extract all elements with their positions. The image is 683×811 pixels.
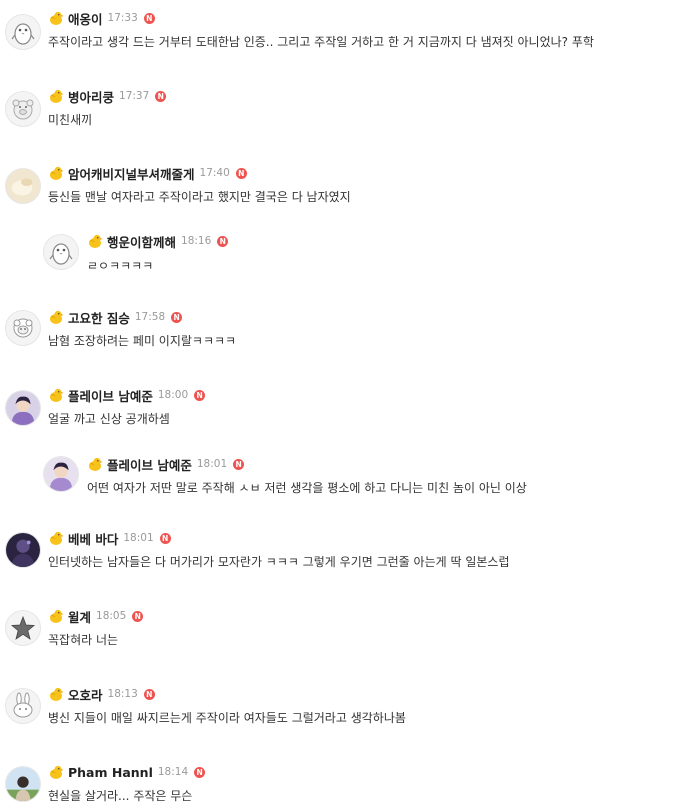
nickname[interactable]: 병아리쿵 — [68, 87, 114, 106]
comment-list: 애옹이 17:33 N 주작이라고 생각 드는 거부터 도태한남 인증.. 그리… — [0, 0, 683, 811]
new-badge: N — [132, 610, 144, 622]
user-avatar[interactable] — [5, 168, 41, 204]
new-badge: N — [194, 766, 206, 778]
new-badge: N — [194, 389, 206, 401]
nickname[interactable]: 고요한 짐승 — [68, 308, 130, 327]
comment-text: 현실을 살거라... 주작은 무슨 — [48, 789, 193, 803]
photo-avatar-icon — [44, 457, 78, 491]
rabbit-icon — [13, 692, 33, 718]
star-icon — [10, 615, 36, 640]
user-avatar[interactable] — [5, 91, 41, 127]
penguin-icon — [49, 243, 73, 265]
nickname[interactable]: 플레이브 남예준 — [107, 455, 192, 474]
timestamp: 17:58 — [134, 311, 166, 323]
new-badge: N — [171, 311, 183, 323]
chick-badge-icon — [48, 165, 64, 181]
comment-text: ㄹㅇㅋㅋㅋㅋ — [87, 259, 154, 273]
user-avatar[interactable] — [5, 390, 41, 426]
comment-text: 등신들 맨날 여자라고 주작이라고 했지만 결국은 다 남자였지 — [48, 190, 351, 204]
comment-text: 남혐 조장하려는 페미 이지랄ㅋㅋㅋㅋ — [48, 334, 237, 348]
user-avatar[interactable] — [5, 610, 41, 646]
new-badge: N — [143, 688, 155, 700]
nickname[interactable]: 오호라 — [68, 685, 103, 704]
new-badge: N — [233, 458, 245, 470]
user-avatar[interactable] — [5, 766, 41, 802]
nickname[interactable]: 애옹이 — [68, 9, 103, 28]
chick-badge-icon — [48, 88, 64, 104]
comment-text: 병신 지들이 매일 싸지르는게 주작이라 여자들도 그럴거라고 생각하나봄 — [48, 711, 406, 725]
new-badge: N — [217, 235, 229, 247]
timestamp: 17:37 — [119, 90, 150, 102]
photo-avatar-icon — [6, 533, 40, 567]
nickname[interactable]: 베베 바다 — [68, 529, 118, 548]
timestamp: 18:13 — [107, 688, 138, 700]
timestamp: 18:00 — [157, 389, 189, 401]
comment-text: 꼭잡혀라 너는 — [48, 633, 119, 647]
new-badge: N — [155, 90, 167, 102]
chick-badge-icon — [48, 764, 64, 780]
comment-text: 인터넷하는 남자들은 다 머가리가 모자란가 ㅋㅋㅋ 그렇게 우기면 그런줄 아… — [48, 555, 510, 569]
timestamp: 18:16 — [181, 235, 212, 247]
nickname[interactable]: 윌계 — [68, 607, 91, 626]
photo-avatar-icon — [6, 767, 40, 801]
nickname[interactable]: 암어캐비지널부셔깨줄게 — [68, 164, 195, 183]
comment-text: 주작이라고 생각 드는 거부터 도태한남 인증.. 그리고 주작일 거하고 한 … — [48, 35, 594, 49]
chick-badge-icon — [48, 608, 64, 624]
comment-text: 얼굴 까고 신상 공개하셈 — [48, 412, 170, 426]
user-avatar[interactable] — [5, 310, 41, 346]
nickname[interactable]: 플레이브 남예준 — [68, 386, 153, 405]
user-avatar[interactable] — [43, 456, 79, 492]
chick-badge-icon — [48, 387, 64, 403]
user-avatar[interactable] — [43, 234, 79, 270]
nickname[interactable]: 행운이함께해 — [107, 232, 176, 251]
new-badge: N — [143, 12, 155, 24]
chick-badge-icon — [48, 309, 64, 325]
timestamp: 17:40 — [199, 167, 230, 179]
chick-badge-icon — [87, 456, 103, 472]
timestamp: 18:01 — [196, 458, 228, 470]
new-badge: N — [159, 532, 171, 544]
photo-avatar-icon — [6, 169, 40, 203]
comment-text: 어떤 여자가 저딴 말로 주작해 ㅅㅂ 저런 생각을 평소에 하고 다니는 미친… — [87, 481, 527, 495]
chick-badge-icon — [48, 530, 64, 546]
comment-text: 미친새끼 — [48, 113, 93, 127]
chick-badge-icon — [48, 10, 64, 26]
pig-icon — [12, 99, 34, 120]
user-avatar[interactable] — [5, 532, 41, 568]
timestamp: 18:05 — [96, 610, 127, 622]
penguin-icon — [11, 23, 35, 45]
chick-badge-icon — [48, 686, 64, 702]
photo-avatar-icon — [6, 391, 40, 425]
user-avatar[interactable] — [5, 14, 41, 50]
timestamp: 17:33 — [107, 12, 138, 24]
timestamp: 18:01 — [123, 532, 154, 544]
timestamp: 18:14 — [157, 766, 189, 778]
new-badge: N — [235, 167, 247, 179]
sheep-icon — [13, 318, 33, 338]
chick-badge-icon — [87, 233, 103, 249]
user-avatar[interactable] — [5, 688, 41, 724]
nickname[interactable]: Pham Hannl — [68, 765, 153, 780]
